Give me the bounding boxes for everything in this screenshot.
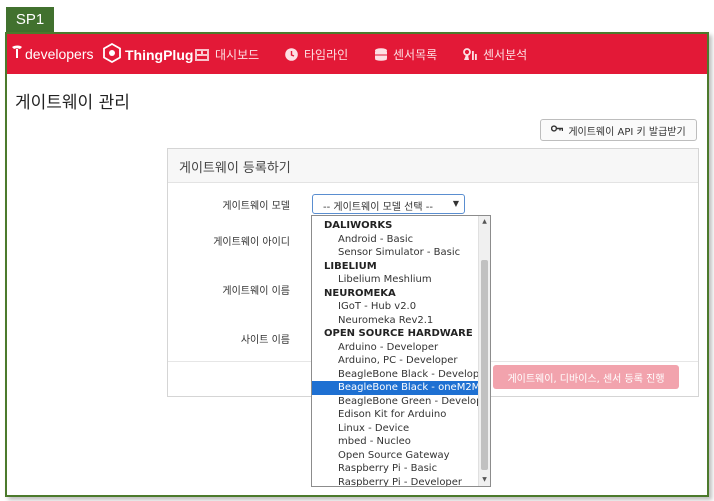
thingplug-text: ThingPlug xyxy=(125,46,194,63)
site-label: 사이트 이름 xyxy=(240,335,290,346)
dropdown-options: DALIWORKS Android - Basic Sensor Simulator… xyxy=(312,219,490,487)
dropdown-option[interactable]: Sensor Simulator - Basic xyxy=(312,246,480,260)
nav-label: 센서목록 xyxy=(393,48,438,62)
key-icon xyxy=(551,124,564,136)
thingplug-logo[interactable]: ThingPlug ® xyxy=(102,42,202,66)
database-icon xyxy=(375,48,387,61)
analytics-icon xyxy=(463,48,477,61)
annotation-label: SP1 xyxy=(6,7,54,33)
browser-frame: developers ThingPlug ® 대시보드 타임라인 센서목록 xyxy=(5,32,709,497)
nav-label: 센서분석 xyxy=(483,48,528,62)
developers-text: developers xyxy=(25,45,94,62)
nav-label: 대시보드 xyxy=(215,48,260,62)
nav-label: 타임라인 xyxy=(304,48,349,62)
dropdown-option[interactable]: Linux - Device xyxy=(312,422,480,436)
dropdown-option[interactable]: mbed - Nucleo xyxy=(312,435,480,449)
dropdown-option[interactable]: Arduino, PC - Developer xyxy=(312,354,480,368)
dropdown-group-header: LIBELIUM xyxy=(324,260,377,272)
dropdown-option[interactable]: Arduino - Developer xyxy=(312,341,480,355)
dropdown-option[interactable]: IGoT - Hub v2.0 xyxy=(312,300,480,314)
dropdown-option[interactable]: Libelium Meshlium xyxy=(312,273,480,287)
thingplug-hex-icon xyxy=(102,42,122,66)
dropdown-option[interactable]: Raspberry Pi - Developer xyxy=(312,476,480,487)
dropdown-group-header: OPEN SOURCE HARDWARE xyxy=(324,328,473,339)
nav-sensor-analysis[interactable]: 센서분석 xyxy=(463,46,527,63)
dropdown-option[interactable]: Android - Basic xyxy=(312,233,480,247)
dropdown-option[interactable]: Edison Kit for Arduino xyxy=(312,408,480,422)
scroll-thumb[interactable] xyxy=(481,260,488,470)
model-label: 게이트웨이 모델 xyxy=(222,201,290,212)
nav-sensor-list[interactable]: 센서목록 xyxy=(375,46,437,63)
dropdown-group-header: NEUROMEKA xyxy=(324,287,396,299)
panel-header: 게이트웨이 등록하기 xyxy=(168,149,698,183)
id-label: 게이트웨이 아이디 xyxy=(213,237,290,248)
clock-icon xyxy=(285,48,298,61)
register-submit-button[interactable]: 게이트웨이, 디바이스, 센서 등록 진행 xyxy=(493,365,679,389)
developers-logo[interactable]: developers xyxy=(11,45,94,62)
api-key-button-label: 게이트웨이 API 키 발급받기 xyxy=(568,126,686,138)
nav-dashboard[interactable]: 대시보드 xyxy=(195,46,259,63)
select-value: -- 게이트웨이 모델 선택 -- xyxy=(323,202,433,213)
api-key-button[interactable]: 게이트웨이 API 키 발급받기 xyxy=(540,119,697,141)
dashboard-icon xyxy=(195,48,209,61)
nav-timeline[interactable]: 타임라인 xyxy=(285,46,348,63)
dropdown-group-header: DALIWORKS xyxy=(324,220,393,231)
caret-down-icon: ▼ xyxy=(452,199,459,208)
gateway-model-select[interactable]: -- 게이트웨이 모델 선택 -- ▼ xyxy=(312,194,465,214)
dropdown-option[interactable]: Open Source Gateway xyxy=(312,449,480,463)
dropdown-option-selected[interactable]: BeagleBone Black - oneM2M xyxy=(312,381,480,395)
dropdown-scrollbar[interactable]: ▲ ▼ xyxy=(478,216,490,486)
scroll-down-arrow-icon[interactable]: ▼ xyxy=(479,474,490,486)
page-title: 게이트웨이 관리 xyxy=(15,93,130,113)
name-label: 게이트웨이 이름 xyxy=(222,286,290,297)
dropdown-option[interactable]: Raspberry Pi - Basic xyxy=(312,462,480,476)
model-dropdown-list[interactable]: DALIWORKS Android - Basic Sensor Simulator… xyxy=(311,215,491,487)
top-navbar: developers ThingPlug ® 대시보드 타임라인 센서목록 xyxy=(7,34,707,74)
dropdown-option[interactable]: BeagleBone Green - Developer xyxy=(312,395,490,409)
t-logo-icon xyxy=(11,45,23,62)
panel-title: 게이트웨이 등록하기 xyxy=(179,161,291,176)
scroll-up-arrow-icon[interactable]: ▲ xyxy=(479,216,490,228)
dropdown-option[interactable]: Neuromeka Rev2.1 xyxy=(312,314,480,328)
dropdown-option[interactable]: BeagleBone Black - Developer xyxy=(312,368,490,382)
